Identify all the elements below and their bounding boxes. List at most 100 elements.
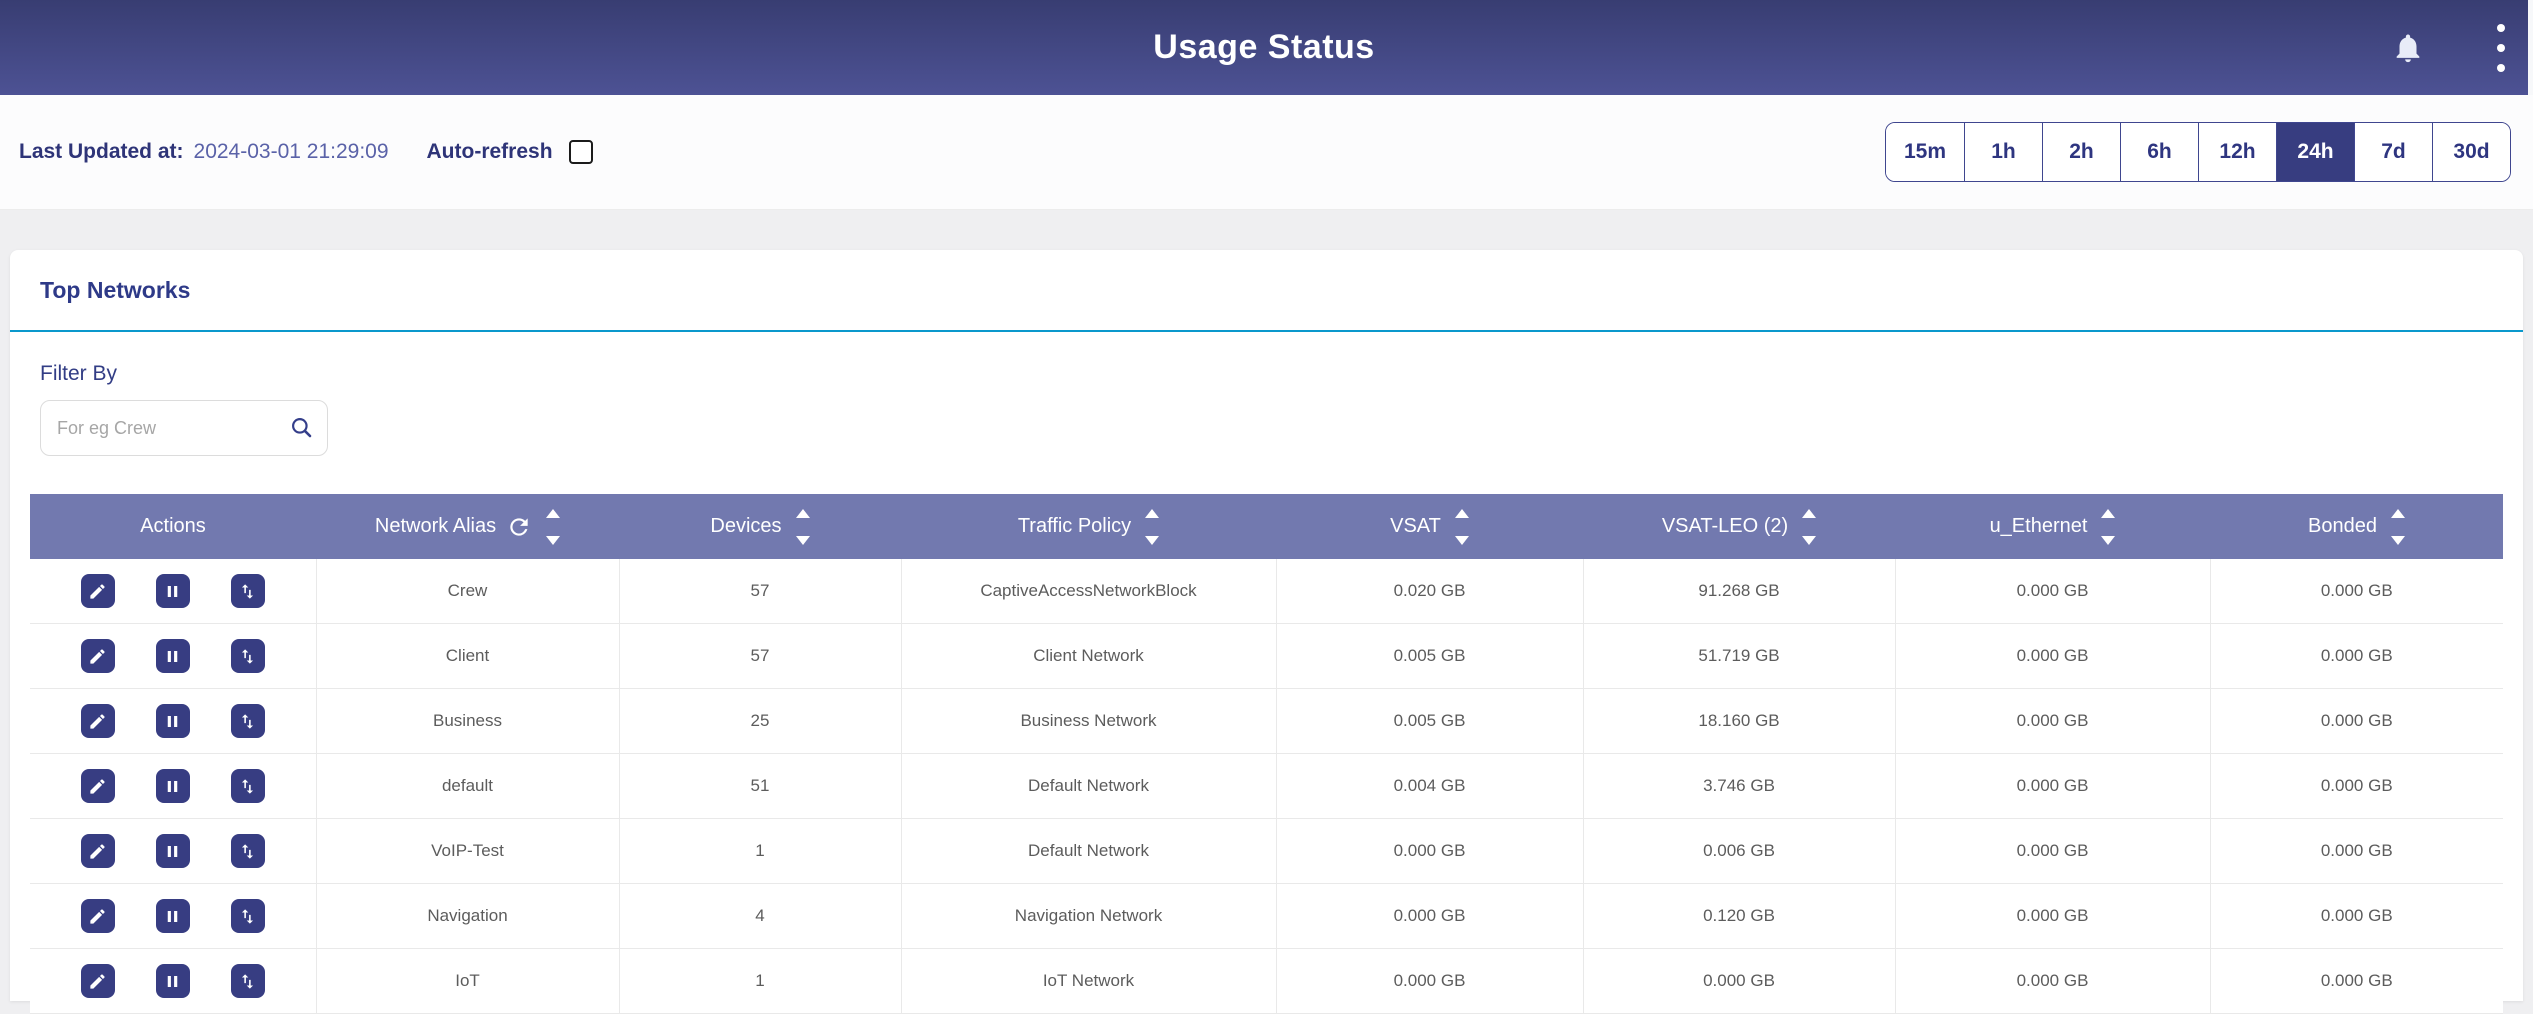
sort-asc-icon[interactable] (796, 509, 810, 518)
time-range-button-2h[interactable]: 2h (2042, 123, 2120, 181)
time-range-button-24h[interactable]: 24h (2276, 123, 2354, 181)
table-row: Navigation4Navigation Network0.000 GB0.1… (30, 884, 2503, 949)
cell-vsat-leo: 0.006 GB (1583, 819, 1895, 884)
traffic-button[interactable] (231, 704, 265, 738)
column-header-network-alias[interactable]: Network Alias (316, 494, 619, 559)
column-label: Devices (710, 515, 781, 538)
traffic-button[interactable] (231, 964, 265, 998)
column-label: VSAT (1390, 515, 1441, 538)
sort-desc-icon[interactable] (1802, 536, 1816, 545)
sort-arrows (2391, 509, 2405, 545)
edit-button[interactable] (81, 639, 115, 673)
sort-desc-icon[interactable] (2391, 536, 2405, 545)
cell-alias: default (316, 754, 619, 819)
sort-arrows (546, 509, 560, 545)
cell-policy: CaptiveAccessNetworkBlock (901, 559, 1276, 624)
time-range-button-30d[interactable]: 30d (2432, 123, 2510, 181)
cell-bonded: 0.000 GB (2210, 754, 2503, 819)
cell-bonded: 0.000 GB (2210, 884, 2503, 949)
traffic-button[interactable] (231, 574, 265, 608)
app-header: Usage Status (0, 0, 2528, 95)
cell-actions (30, 559, 316, 624)
edit-button[interactable] (81, 834, 115, 868)
column-header-traffic-policy[interactable]: Traffic Policy (901, 494, 1276, 559)
column-header-vsat-leo-2[interactable]: VSAT-LEO (2) (1583, 494, 1895, 559)
edit-button[interactable] (81, 964, 115, 998)
pause-button[interactable] (156, 704, 190, 738)
column-label: Traffic Policy (1018, 515, 1131, 538)
cell-u-ethernet: 0.000 GB (1895, 624, 2210, 689)
top-networks-table: ActionsNetwork AliasDevicesTraffic Polic… (30, 494, 2503, 1014)
cell-vsat-leo: 3.746 GB (1583, 754, 1895, 819)
time-range-button-1h[interactable]: 1h (1964, 123, 2042, 181)
pause-icon (163, 907, 182, 926)
cell-devices: 57 (619, 624, 901, 689)
column-label: u_Ethernet (1990, 515, 2088, 538)
column-label: Bonded (2308, 515, 2377, 538)
sort-asc-icon[interactable] (546, 509, 560, 518)
traffic-button[interactable] (231, 834, 265, 868)
column-header-vsat[interactable]: VSAT (1276, 494, 1583, 559)
cell-policy: Business Network (901, 689, 1276, 754)
traffic-button[interactable] (231, 639, 265, 673)
pause-button[interactable] (156, 899, 190, 933)
sort-desc-icon[interactable] (796, 536, 810, 545)
sort-asc-icon[interactable] (2391, 509, 2405, 518)
time-range-button-7d[interactable]: 7d (2354, 123, 2432, 181)
pencil-icon (88, 777, 107, 796)
cell-policy: Default Network (901, 754, 1276, 819)
kebab-menu-icon[interactable] (2493, 20, 2509, 76)
notifications-bell-icon[interactable] (2391, 31, 2425, 65)
sort-desc-icon[interactable] (1455, 536, 1469, 545)
sort-desc-icon[interactable] (1145, 536, 1159, 545)
sort-desc-icon[interactable] (2101, 536, 2115, 545)
traffic-button[interactable] (231, 899, 265, 933)
search-icon[interactable] (289, 415, 315, 441)
cell-vsat-leo: 18.160 GB (1583, 689, 1895, 754)
column-header-bonded[interactable]: Bonded (2210, 494, 2503, 559)
cell-devices: 57 (619, 559, 901, 624)
cell-alias: Business (316, 689, 619, 754)
column-header-devices[interactable]: Devices (619, 494, 901, 559)
pause-button[interactable] (156, 964, 190, 998)
time-range-button-15m[interactable]: 15m (1886, 123, 1964, 181)
filter-search-box (40, 400, 328, 456)
auto-refresh-checkbox[interactable] (569, 140, 593, 164)
time-range-button-12h[interactable]: 12h (2198, 123, 2276, 181)
sort-arrows (1802, 509, 1816, 545)
sort-asc-icon[interactable] (1455, 509, 1469, 518)
cell-actions (30, 754, 316, 819)
pause-button[interactable] (156, 769, 190, 803)
cell-u-ethernet: 0.000 GB (1895, 819, 2210, 884)
cell-actions (30, 949, 316, 1014)
edit-button[interactable] (81, 704, 115, 738)
pencil-icon (88, 582, 107, 601)
edit-button[interactable] (81, 574, 115, 608)
cell-vsat-leo: 0.120 GB (1583, 884, 1895, 949)
pause-icon (163, 647, 182, 666)
pause-button[interactable] (156, 639, 190, 673)
filter-search-input[interactable] (40, 400, 328, 456)
cell-alias: Navigation (316, 884, 619, 949)
time-range-button-6h[interactable]: 6h (2120, 123, 2198, 181)
cell-devices: 1 (619, 819, 901, 884)
cell-u-ethernet: 0.000 GB (1895, 689, 2210, 754)
sort-asc-icon[interactable] (1802, 509, 1816, 518)
sort-asc-icon[interactable] (1145, 509, 1159, 518)
edit-button[interactable] (81, 769, 115, 803)
pencil-icon (88, 972, 107, 991)
column-header-u-ethernet[interactable]: u_Ethernet (1895, 494, 2210, 559)
cell-policy: Client Network (901, 624, 1276, 689)
table-row: VoIP-Test1Default Network0.000 GB0.006 G… (30, 819, 2503, 884)
column-label: VSAT-LEO (2) (1662, 515, 1788, 538)
refresh-icon[interactable] (506, 514, 532, 540)
traffic-button[interactable] (231, 769, 265, 803)
pause-button[interactable] (156, 834, 190, 868)
pencil-icon (88, 842, 107, 861)
sort-desc-icon[interactable] (546, 536, 560, 545)
pause-button[interactable] (156, 574, 190, 608)
sort-asc-icon[interactable] (2101, 509, 2115, 518)
scrollbar-track[interactable] (2528, 0, 2533, 95)
edit-button[interactable] (81, 899, 115, 933)
cell-policy: Navigation Network (901, 884, 1276, 949)
